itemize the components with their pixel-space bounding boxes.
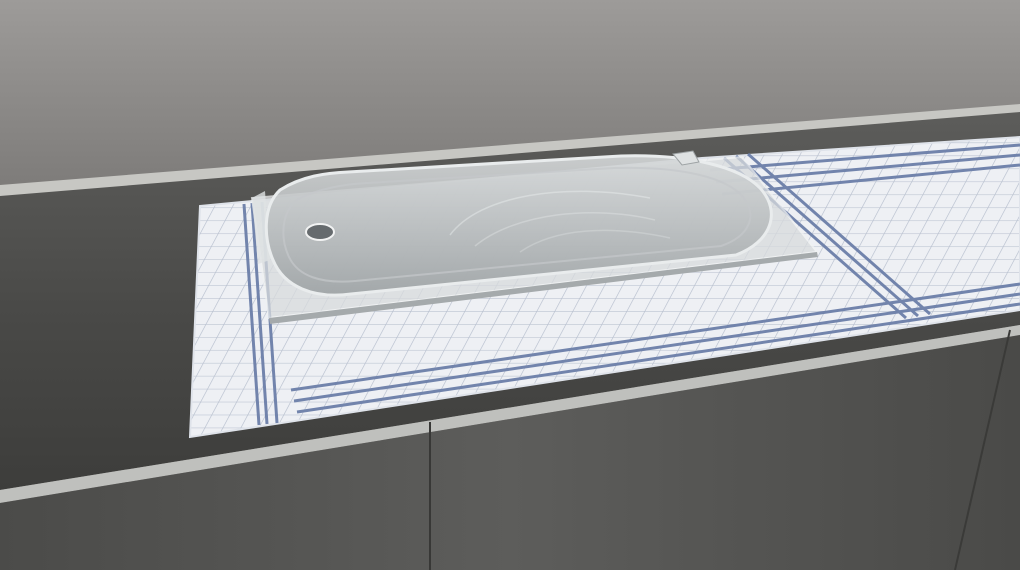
scene-illustration — [0, 0, 1020, 570]
kitchen-scene — [0, 0, 1020, 570]
